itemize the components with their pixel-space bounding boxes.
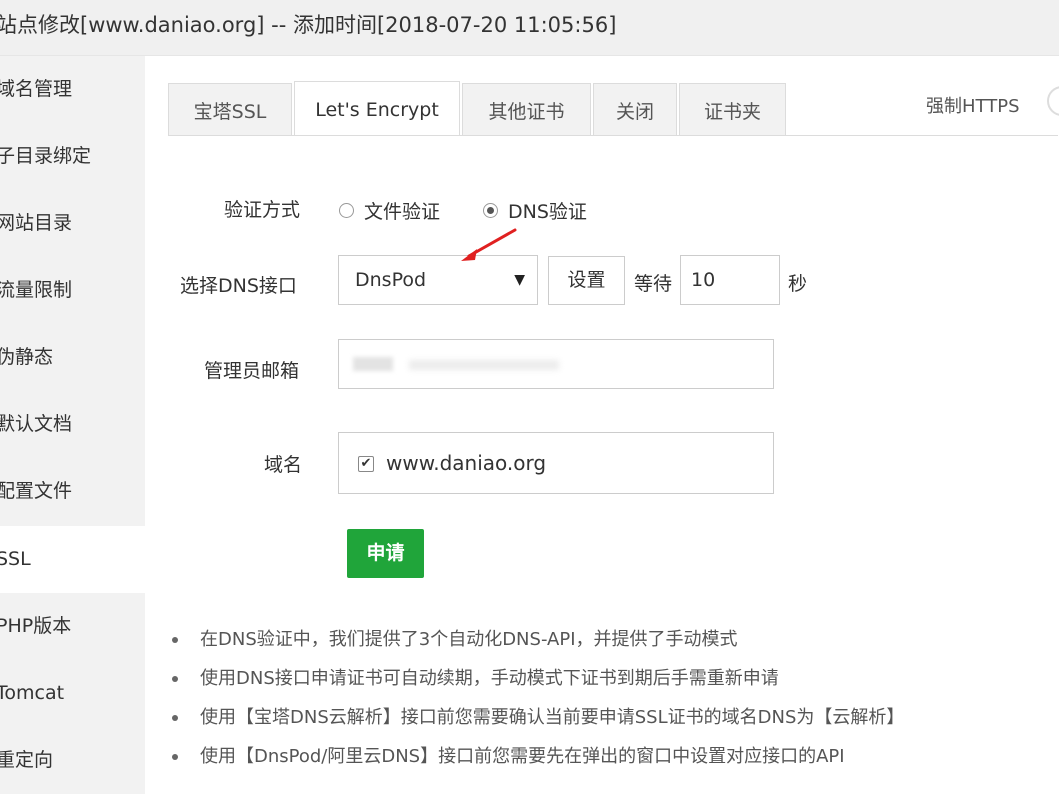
window-title: 站点修改[www.daniao.org] -- 添加时间[2018-07-20 … [0,13,617,37]
note-item: 使用【DnsPod/阿里云DNS】接口前您需要先在弹出的窗口中设置对应接口的AP… [172,744,904,783]
radio-button[interactable] [339,203,354,218]
wait-seconds-input[interactable]: 10 [680,255,780,305]
seconds-label: 秒 [788,273,808,295]
dns-settings-button[interactable]: 设置 [548,256,625,305]
sidebar-item-rewrite[interactable]: 伪静态 [0,324,145,391]
select-value: DnsPod [355,269,427,291]
redacted-text [409,360,559,370]
ssl-tabs: 宝塔SSL Let's Encrypt 其他证书 关闭 证书夹 [168,81,1058,136]
admin-email-input[interactable] [338,339,774,389]
sidebar-item-ssl[interactable]: SSL [0,526,145,593]
sidebar-item-tomcat[interactable]: Tomcat [0,660,145,727]
help-notes: 在DNS验证中，我们提供了3个自动化DNS-API，并提供了手动模式 使用DNS… [172,627,904,783]
force-https-label: 强制HTTPS [926,96,1020,117]
sidebar-item-config[interactable]: 配置文件 [0,458,145,525]
domain-item-label: www.daniao.org [386,451,547,475]
radio-label: 文件验证 [364,201,441,223]
sidebar-item-domain[interactable]: 域名管理 [0,56,145,123]
tab-close[interactable]: 关闭 [593,83,677,135]
redacted-text [353,357,393,371]
wait-label: 等待 [634,273,673,295]
annotation-arrow-icon [461,228,517,261]
sidebar-item-php[interactable]: PHP版本 [0,593,145,660]
sidebar-item-redirect[interactable]: 重定向 [0,727,145,794]
apply-button[interactable]: 申请 [347,529,424,578]
sidebar-item-site-dir[interactable]: 网站目录 [0,190,145,257]
note-item: 使用【宝塔DNS云解析】接口前您需要确认当前要申请SSL证书的域名DNS为【云解… [172,705,904,744]
tab-other-cert[interactable]: 其他证书 [462,83,591,135]
admin-email-label: 管理员邮箱 [204,360,300,382]
verify-method-label: 验证方式 [224,199,301,221]
radio-label: DNS验证 [508,201,587,223]
domain-checkbox[interactable]: ✔ [358,456,374,472]
sidebar-item-default-doc[interactable]: 默认文档 [0,391,145,458]
title-bar: 站点修改[www.daniao.org] -- 添加时间[2018-07-20 … [0,0,1059,56]
radio-file-verify[interactable]: 文件验证 [339,197,440,224]
domain-list: ✔ www.daniao.org [338,432,774,494]
sidebar-item-traffic[interactable]: 流量限制 [0,257,145,324]
sidebar: 域名管理 子目录绑定 网站目录 流量限制 伪静态 默认文档 配置文件 SSL P… [0,56,145,794]
radio-dns-verify[interactable]: DNS验证 [483,197,587,224]
tab-lets-encrypt[interactable]: Let's Encrypt [294,81,460,135]
domain-label: 域名 [264,454,303,476]
note-item: 使用DNS接口申请证书可自动续期，手动模式下证书到期后手需重新申请 [172,666,904,705]
radio-button[interactable] [483,203,498,218]
tab-cert-folder[interactable]: 证书夹 [679,83,786,135]
note-item: 在DNS验证中，我们提供了3个自动化DNS-API，并提供了手动模式 [172,627,904,666]
dns-interface-label: 选择DNS接口 [180,275,297,297]
tab-bt-ssl[interactable]: 宝塔SSL [168,83,292,135]
sidebar-item-subdir[interactable]: 子目录绑定 [0,123,145,190]
